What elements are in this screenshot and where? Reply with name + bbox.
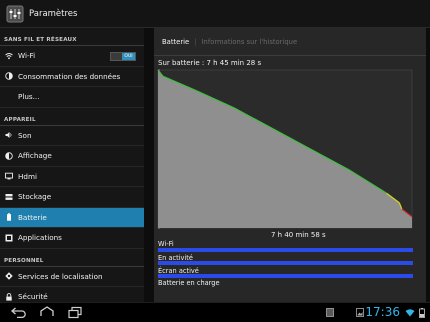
sidebar-item-label: Affichage <box>18 151 52 161</box>
sidebar-item-label: Batterie <box>18 212 47 222</box>
sidebar-item-battery[interactable]: Batterie <box>0 207 144 228</box>
back-arrow-icon <box>11 307 26 319</box>
notification-screenshot-icon[interactable] <box>325 306 335 319</box>
recent-apps-icon <box>68 306 82 319</box>
sidebar-item-label: Stockage <box>18 192 52 202</box>
sidebar-item-label: Applications <box>18 233 62 243</box>
home-button[interactable] <box>38 306 56 319</box>
sidebar-item-label: Hdmi <box>18 171 37 181</box>
home-icon <box>40 306 54 316</box>
lock-icon <box>5 292 13 301</box>
sidebar-item-label: Son <box>18 130 32 140</box>
wifi-icon <box>5 52 13 60</box>
battery-status-icon <box>417 306 427 319</box>
sidebar-item-location[interactable]: Services de localisation <box>0 267 144 287</box>
sidebar-item-wifi[interactable]: Wi-Fi OUI <box>0 46 144 67</box>
detail-panel: Batterie | Informations sur l'historique… <box>144 28 430 302</box>
toggle-label: OUI <box>122 53 135 60</box>
section-header-personal: PERSONNEL <box>0 249 144 267</box>
settings-app-icon[interactable] <box>6 5 24 23</box>
stat-label-charging: Batterie en charge <box>158 279 220 287</box>
sidebar-item-data-usage[interactable]: Consommation des données <box>0 67 144 87</box>
section-header-wireless: SANS FIL ET RÉSEAUX <box>0 28 144 46</box>
storage-icon <box>5 193 13 201</box>
chart-duration-label: 7 h 40 min 58 s <box>271 231 326 239</box>
stat-bar-wifi <box>158 248 413 252</box>
sidebar-item-sound[interactable]: Son <box>0 126 144 146</box>
sidebar-item-display[interactable]: Affichage <box>0 146 144 167</box>
stat-bar-screen-on <box>158 274 413 278</box>
stat-bar-awake <box>158 261 413 265</box>
data-usage-icon <box>5 72 13 80</box>
battery-content: Batterie | Informations sur l'historique… <box>154 28 426 302</box>
sidebar-item-hdmi[interactable]: Hdmi <box>0 167 144 187</box>
recent-apps-button[interactable] <box>66 306 84 319</box>
wifi-signal-icon <box>405 306 415 319</box>
location-icon <box>5 272 13 280</box>
sidebar-item-label: Sécurité <box>18 292 48 302</box>
brightness-icon <box>5 152 13 160</box>
settings-sidebar: SANS FIL ET RÉSEAUX Wi-Fi OUI Consommati… <box>0 28 144 308</box>
sidebar-item-applications[interactable]: Applications <box>0 228 144 249</box>
status-clock[interactable]: 17:36 <box>365 305 400 319</box>
sidebar-item-storage[interactable]: Stockage <box>0 187 144 208</box>
section-header-device: APPAREIL <box>0 108 144 126</box>
speaker-icon <box>5 131 13 139</box>
sidebar-item-more[interactable]: Plus... <box>0 87 144 108</box>
notification-gallery-icon[interactable] <box>355 306 365 319</box>
wifi-toggle[interactable]: OUI <box>110 52 136 61</box>
sidebar-item-label: Services de localisation <box>18 271 103 281</box>
battery-icon <box>5 213 13 221</box>
sidebar-item-label: Consommation des données <box>18 71 121 81</box>
action-bar: Paramètres <box>0 0 430 28</box>
apps-icon <box>5 234 13 242</box>
back-button[interactable] <box>10 306 28 319</box>
app-title: Paramètres <box>29 8 78 19</box>
sidebar-item-label: Plus... <box>18 92 40 102</box>
system-bar: 17:36 <box>0 302 430 322</box>
hdmi-icon <box>5 172 13 180</box>
stat-label-wifi: Wi-Fi <box>158 240 174 248</box>
sidebar-item-label: Wi-Fi <box>18 51 36 61</box>
